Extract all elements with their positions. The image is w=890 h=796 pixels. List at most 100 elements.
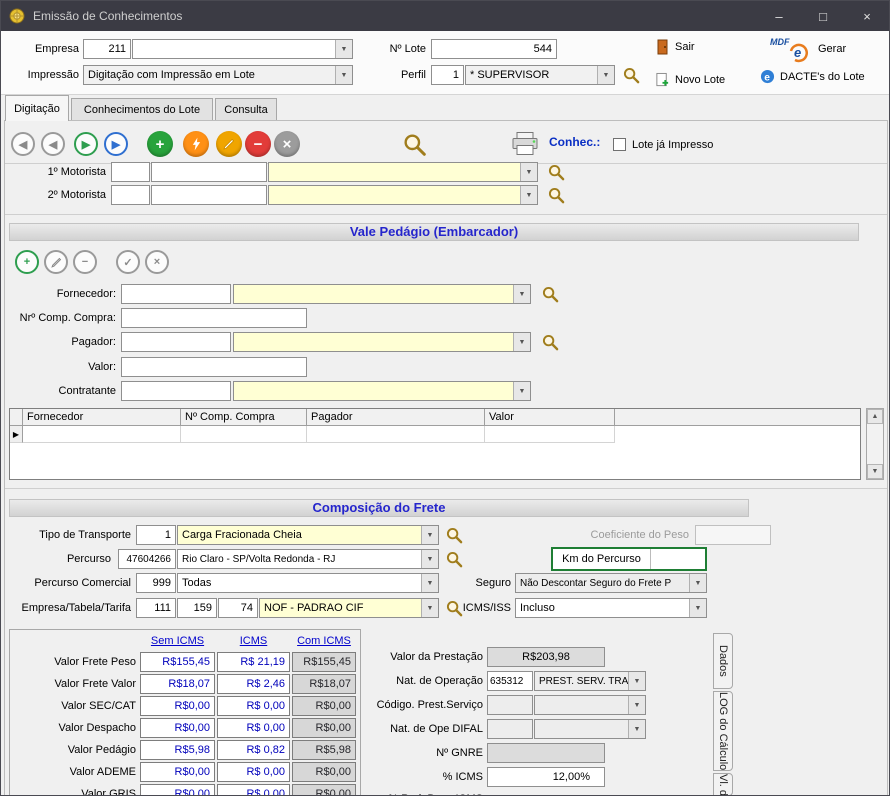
vale-remove-button[interactable]: − [73,250,97,274]
grid-cell[interactable] [181,426,307,443]
contratante-combo[interactable] [233,381,531,401]
fornecedor-code-field[interactable] [121,284,231,304]
side-tab-dados[interactable]: Dados [713,633,733,689]
scroll-down-icon[interactable]: ▼ [867,464,883,479]
col-header-sem-icms: Sem ICMS [140,635,215,649]
grid-cell[interactable] [23,426,181,443]
percurso-search-button[interactable] [442,549,467,570]
lote-ja-impresso-checkbox[interactable] [613,138,626,151]
valor-field[interactable] [121,357,307,377]
nav-prior-button[interactable]: ◀ [41,132,65,156]
tipo-transporte-code-field[interactable]: 1 [136,525,176,545]
side-tab-log-do-calculo[interactable]: LOG do Cálculo [713,691,733,771]
chevron-down-icon [689,574,706,592]
novo-lote-button[interactable]: Novo Lote [651,70,729,90]
nav-next-button[interactable]: ▶ [74,132,98,156]
codigo-prest-servico-field[interactable] [487,695,533,715]
nat-operacao-code-field[interactable]: 635312 [487,671,533,691]
tarifa-combo[interactable]: NOF - PADRAO CIF [259,598,439,618]
percurso-code-field[interactable]: 47604266 [118,549,176,569]
fornecedor-combo[interactable] [233,284,531,304]
seguro-label: Seguro [461,573,511,593]
pagador-combo[interactable] [233,332,531,352]
vale-edit-button[interactable] [44,250,68,274]
minimize-button[interactable]: – [757,1,801,31]
motorista2-code-field[interactable] [111,185,150,205]
seguro-combo[interactable]: Não Descontar Seguro do Frete P [515,573,707,593]
row-label: Valor Despacho [10,718,136,738]
comp-compra-field[interactable] [121,308,307,328]
gerar-mdfe-button[interactable]: MDFe Gerar [765,33,850,65]
grid-header-pagador[interactable]: Pagador [307,409,485,426]
motorista2-combo[interactable] [268,185,538,205]
nat-ope-difal-field[interactable] [487,719,533,739]
nlote-field[interactable]: 544 [431,39,557,59]
motorista2-search-button[interactable] [544,185,569,206]
delete-record-button[interactable]: − [245,131,271,157]
contratante-code-field[interactable] [121,381,231,401]
tab-digitacao[interactable]: Digitação [5,95,69,121]
percurso-combo[interactable]: Rio Claro - SP/Volta Redonda - RJ [177,549,439,569]
gnre-label: Nº GNRE [333,743,483,763]
chevron-down-icon [335,40,352,58]
grid-cell[interactable] [307,426,485,443]
vale-confirm-button[interactable]: ✓ [116,250,140,274]
nat-ope-difal-combo[interactable] [534,719,646,739]
motorista1-code-field[interactable] [111,162,150,182]
perfil-number-field[interactable]: 1 [431,65,464,85]
pagador-code-field[interactable] [121,332,231,352]
impressao-combo[interactable]: Digitação com Impressão em Lote [83,65,353,85]
vale-pedagio-grid[interactable]: Fornecedor Nº Comp. Compra Pagador Valor… [9,408,861,480]
tipo-transporte-combo[interactable]: Carga Fracionada Cheia [177,525,439,545]
sair-button[interactable]: Sair [651,37,699,57]
pagador-search-button[interactable] [538,332,563,353]
motorista1-combo[interactable] [268,162,538,182]
ett-empresa-field[interactable]: 111 [136,598,176,618]
perfil-search-button[interactable] [619,65,644,86]
codigo-prest-servico-combo[interactable] [534,695,646,715]
tipo-transporte-search-button[interactable] [442,525,467,546]
motorista2-doc-field[interactable] [151,185,267,205]
print-button[interactable] [506,129,544,160]
perfil-combo[interactable]: * SUPERVISOR [465,65,615,85]
fornecedor-search-button[interactable] [538,284,563,305]
grid-scrollbar[interactable]: ▲ ▼ [866,408,884,480]
pct-icms-field[interactable]: 12,00% [487,767,605,787]
add-record-button[interactable]: + [147,131,173,157]
percurso-comercial-combo[interactable]: Todas [177,573,439,593]
quick-action-button[interactable] [183,131,209,157]
row-label: Valor ADEME [10,762,136,782]
empresa-combo[interactable] [132,39,353,59]
km-percurso-field[interactable] [651,549,705,569]
grid-cell[interactable] [485,426,615,443]
window-title: Emissão de Conhecimentos [33,9,182,23]
toolbar-search-button[interactable] [399,131,431,159]
tab-consulta[interactable]: Consulta [215,98,277,121]
close-button[interactable]: × [845,1,889,31]
empresa-code-field[interactable]: 211 [83,39,131,59]
nat-operacao-combo[interactable]: PREST. SERV. TRANS [534,671,646,691]
side-tab-vl[interactable]: Vl. d [713,773,733,796]
nav-first-button[interactable]: ◀ [11,132,35,156]
composicao-section-title: Composição do Frete [9,499,749,517]
motorista1-doc-field[interactable] [151,162,267,182]
gnre-field[interactable] [487,743,605,763]
cancel-button[interactable]: × [274,131,300,157]
ett-tarifa-field[interactable]: 74 [218,598,258,618]
icms-iss-combo[interactable]: Incluso [515,598,707,618]
edit-record-button[interactable] [216,131,242,157]
grid-header-valor[interactable]: Valor [485,409,615,426]
grid-header-fornecedor[interactable]: Fornecedor [23,409,181,426]
ett-tabela-field[interactable]: 159 [177,598,217,618]
nav-last-button[interactable]: ▶ [104,132,128,156]
km-percurso-group[interactable]: Km do Percurso [551,547,707,571]
grid-header-comp-compra[interactable]: Nº Comp. Compra [181,409,307,426]
vale-cancel-button[interactable]: × [145,250,169,274]
scroll-up-icon[interactable]: ▲ [867,409,883,424]
dacte-button[interactable]: e DACTE's do Lote [756,67,869,86]
maximize-button[interactable]: □ [801,1,845,31]
percurso-comercial-code-field[interactable]: 999 [136,573,176,593]
tab-conhecimentos-do-lote[interactable]: Conhecimentos do Lote [71,98,213,121]
motorista1-search-button[interactable] [544,162,569,183]
vale-add-button[interactable]: + [15,250,39,274]
